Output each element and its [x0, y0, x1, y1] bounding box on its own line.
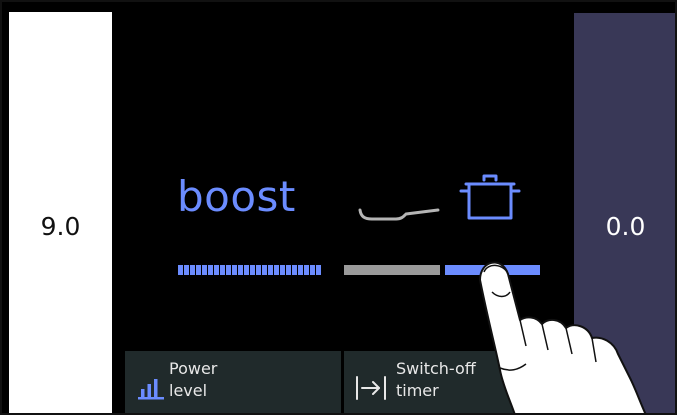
left-cooking-zone[interactable]: 9.0 — [9, 12, 112, 415]
power-level-label: Power level — [169, 359, 218, 400]
pointing-hand-illustration — [479, 261, 647, 415]
switch-off-timer-label: Switch-off timer — [396, 359, 476, 400]
right-zone-power-value: 0.0 — [605, 212, 646, 241]
power-level-icon — [138, 379, 164, 400]
pot-icon[interactable] — [456, 172, 524, 224]
pan-level-bar — [344, 265, 440, 275]
left-zone-power-value: 9.0 — [40, 212, 81, 241]
timer-arrow-icon — [356, 376, 386, 400]
boost-level-indicator — [178, 265, 322, 275]
cooktop-display: 9.0 0.0 boost Power level Switch-off tim… — [0, 0, 677, 415]
power-level-button[interactable]: Power level — [125, 351, 341, 415]
pan-icon[interactable] — [356, 192, 441, 222]
boost-mode-label[interactable]: boost — [177, 176, 296, 218]
